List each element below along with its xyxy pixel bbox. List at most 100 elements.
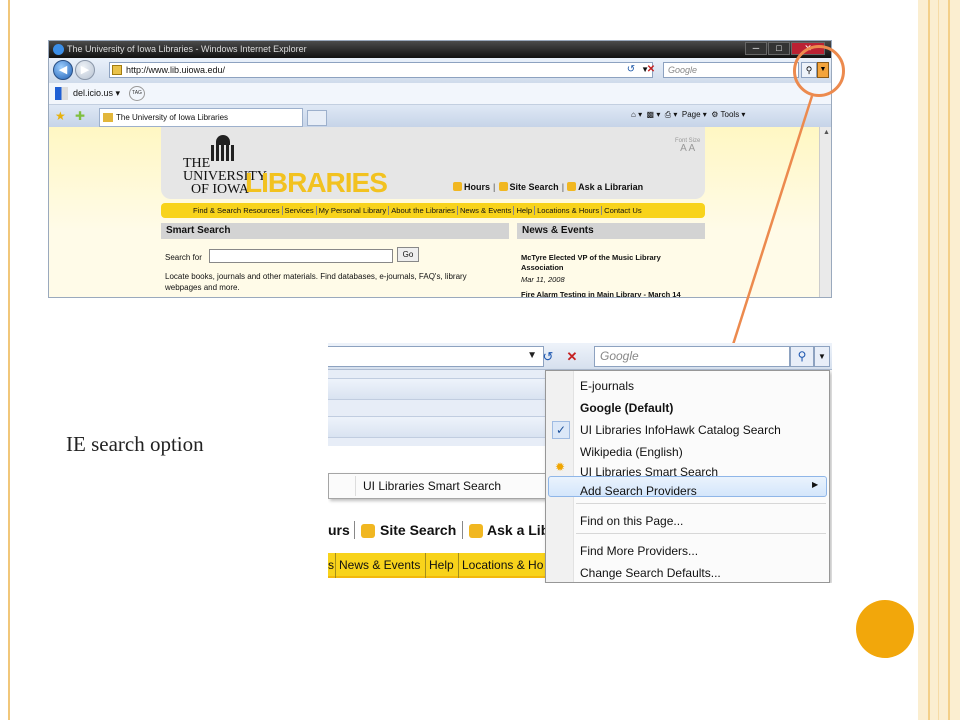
top-links: Hours | Site Search | Ask a Librarian [453, 182, 643, 192]
menu-item-find-on-page[interactable]: Find on this Page... [580, 514, 683, 528]
add-favorite-icon[interactable]: ✚ [75, 109, 85, 123]
page-content: THE UNIVERSITY OF IOWA LIBRARIES Font Si… [49, 127, 819, 297]
delicious-button[interactable]: del.icio.us ▾ [73, 88, 120, 99]
refresh-icon[interactable]: ↺ [623, 62, 639, 78]
zoomed-toolbar: ▼ ↺ ✕ Google ⚲ ▼ [328, 343, 832, 370]
menu-item-e-journals[interactable]: E-journals [580, 379, 634, 393]
slide-caption: IE search option [66, 432, 204, 456]
ie-window-screenshot: The University of Iowa Libraries - Windo… [48, 40, 832, 298]
address-dropdown-icon[interactable]: ▼ [527, 350, 537, 361]
font-size-control[interactable]: Font Size A A [675, 137, 700, 154]
site-favicon-icon [112, 65, 122, 75]
menu-item-google-default[interactable]: Google (Default) [580, 401, 673, 415]
home-icon[interactable]: ⌂ [631, 110, 636, 119]
menu-item-add-search-providers[interactable]: Add Search Providers [580, 484, 697, 498]
hours-icon [453, 182, 462, 191]
search-menu-screenshot: ▼ ↺ ✕ Google ⚲ ▼ UI Libraries Smart Sear… [328, 343, 832, 583]
window-title: The University of Iowa Libraries - Windo… [67, 44, 307, 54]
site-search-icon [361, 524, 375, 538]
hours-link-partial[interactable]: urs [328, 522, 350, 538]
favorites-bar: del.icio.us ▾ TAG [49, 83, 831, 105]
decorative-orange-circle [856, 600, 914, 658]
site-search-link[interactable]: Site Search [510, 182, 559, 192]
ask-librarian-icon [469, 524, 483, 538]
nav-link[interactable]: Contact Us [602, 206, 644, 215]
feeds-icon[interactable]: ▩ [647, 110, 655, 119]
stop-icon[interactable]: ✕ [562, 347, 582, 366]
command-bar: ⌂ ▾ ▩ ▾ ⎙ ▾ Page ▾ ⚙ Tools ▾ [631, 110, 746, 119]
print-icon[interactable]: ⎙ [665, 110, 671, 119]
vertical-scrollbar[interactable] [819, 127, 831, 297]
window-titlebar: The University of Iowa Libraries - Windo… [49, 41, 831, 58]
stop-icon[interactable]: ✕ [643, 62, 659, 78]
tools-menu-button[interactable]: ⚙ Tools ▾ [711, 110, 745, 119]
search-dropdown-button[interactable]: ▼ [814, 346, 830, 367]
partial-top-links: urs Site Search Ask a Lib [328, 519, 549, 543]
menu-item-wikipedia[interactable]: Wikipedia (English) [580, 445, 683, 459]
ask-librarian-link[interactable]: Ask a Librarian [578, 182, 643, 192]
site-logo-libraries: LIBRARIES [245, 167, 388, 198]
nav-link[interactable]: About the Libraries [389, 206, 458, 215]
ask-librarian-link-partial[interactable]: Ask a Lib [487, 522, 549, 538]
smart-search-description: Locate books, journals and other materia… [165, 272, 467, 292]
search-input[interactable]: Google [594, 346, 790, 367]
menu-item-change-search-defaults[interactable]: Change Search Defaults... [580, 566, 721, 580]
tab-bar: ★ ✚ The University of Iowa Libraries ⌂ ▾… [49, 105, 831, 127]
address-url: http://www.lib.uiowa.edu/ [126, 65, 226, 75]
slide-right-border [918, 0, 960, 720]
tab-uiowa-libraries[interactable]: The University of Iowa Libraries [99, 108, 303, 127]
checkmark-icon: ✓ [552, 421, 570, 439]
add-search-providers-submenu: UI Libraries Smart Search [328, 473, 548, 499]
search-providers-menu: ✓ ✹ E-journals Google (Default) UI Libra… [545, 370, 830, 583]
ie-logo-icon [53, 44, 64, 55]
submenu-item-ui-libraries-smart-search[interactable]: UI Libraries Smart Search [363, 479, 501, 493]
site-search-link[interactable]: Site Search [380, 522, 456, 538]
news-item-date: Mar 11, 2008 [521, 275, 565, 284]
maximize-button[interactable]: □ [768, 42, 790, 55]
site-banner: THE UNIVERSITY OF IOWA LIBRARIES Font Si… [161, 127, 705, 199]
partial-site-nav-bar: s News & Events Help Locations & Ho [328, 553, 548, 578]
smart-search-input[interactable] [209, 249, 393, 263]
nav-link[interactable]: News & Events [457, 206, 515, 215]
favorites-star-icon[interactable]: ★ [55, 109, 66, 123]
new-tab-button[interactable] [307, 110, 327, 126]
menu-item-find-more-providers[interactable]: Find More Providers... [580, 544, 698, 558]
refresh-icon[interactable]: ↺ [538, 347, 558, 366]
news-item-headline[interactable]: Fire Alarm Testing in Main Library - Mar… [521, 290, 681, 297]
nav-link[interactable]: s [328, 558, 334, 572]
nav-link[interactable]: Locations & Hours [535, 206, 603, 215]
address-bar[interactable]: http://www.lib.uiowa.edu/ ▼ [109, 62, 653, 78]
search-input[interactable]: Google [663, 62, 799, 78]
page-menu-button[interactable]: Page ▾ [682, 110, 707, 119]
search-icon[interactable]: ⚲ [790, 346, 814, 367]
old-capitol-dome-icon [211, 135, 235, 161]
address-bar[interactable]: ▼ [328, 346, 544, 367]
search-for-label: Search for [165, 253, 202, 262]
site-search-icon [498, 182, 508, 191]
menu-item-infohawk-catalog[interactable]: UI Libraries InfoHawk Catalog Search [580, 423, 781, 437]
go-button[interactable]: Go [397, 247, 419, 262]
toolbar-bands [328, 370, 546, 446]
nav-link[interactable]: Services [282, 206, 317, 215]
hours-link[interactable]: Hours [464, 182, 490, 192]
nav-link-help[interactable]: Help [429, 558, 454, 572]
news-item-headline[interactable]: McTyre Elected VP of the Music Library A… [521, 253, 701, 273]
slide-left-rule [8, 0, 10, 720]
news-heading: News & Events [517, 223, 705, 239]
back-button[interactable]: ◀ [53, 60, 73, 80]
forward-button[interactable]: ▶ [75, 60, 95, 80]
new-provider-star-icon: ✹ [555, 460, 566, 474]
nav-link-locations-hours[interactable]: Locations & Ho [462, 558, 543, 572]
nav-link-news-events[interactable]: News & Events [339, 558, 420, 572]
smart-search-heading: Smart Search [161, 223, 509, 239]
nav-link[interactable]: Find & Search Resources [191, 206, 283, 215]
minimize-button[interactable]: ─ [745, 42, 767, 55]
tag-button[interactable]: TAG [129, 86, 145, 101]
nav-link[interactable]: My Personal Library [316, 206, 390, 215]
highlight-circle [793, 45, 845, 97]
delicious-icon [55, 87, 68, 100]
menu-item-ui-smart-search[interactable]: UI Libraries Smart Search [580, 465, 718, 479]
nav-link[interactable]: Help [514, 206, 536, 215]
ask-librarian-icon [567, 182, 577, 191]
site-nav-bar: Find & Search Resources Services My Person… [161, 203, 705, 218]
